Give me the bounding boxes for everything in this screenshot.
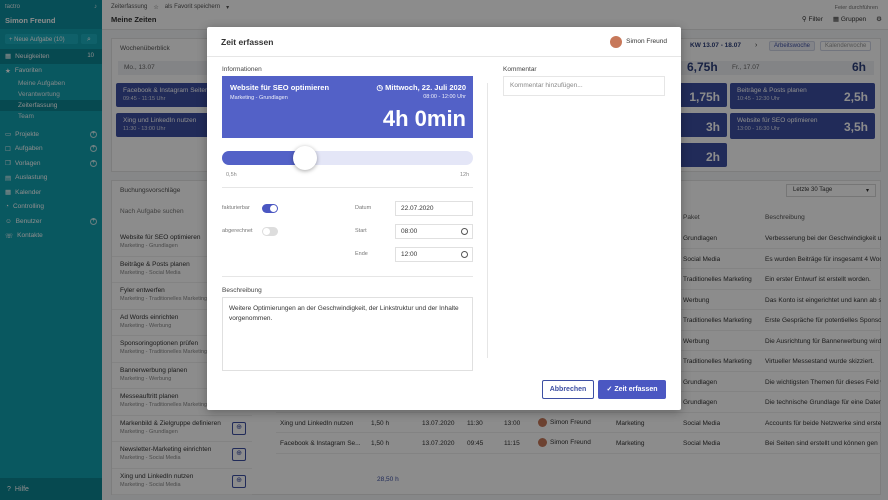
billable-toggle[interactable] <box>262 204 278 213</box>
dialog-title: Zeit erfassen <box>221 36 274 47</box>
date-label: Datum <box>355 205 372 211</box>
start-label: Start <box>355 228 367 234</box>
start-time-field[interactable]: 08:00 <box>395 224 473 239</box>
divider <box>487 83 488 358</box>
end-time-field[interactable]: 12:00 <box>395 247 473 262</box>
task-duration: 4h 0min <box>382 106 466 131</box>
toggle-knob <box>270 205 277 212</box>
selected-task-card: Website für SEO optimieren Marketing - G… <box>222 76 473 138</box>
slider-min: 0,5h <box>226 172 237 178</box>
task-time: 08:00 - 12:00 Uhr <box>423 94 466 100</box>
comment-section-label: Kommentar <box>503 66 537 73</box>
divider <box>222 187 473 188</box>
dialog-user[interactable]: Simon Freund <box>610 35 667 48</box>
description-textarea[interactable]: Weitere Optimierungen an der Geschwindig… <box>222 297 473 371</box>
date-field[interactable]: 22.07.2020 <box>395 201 473 216</box>
slider-max: 12h <box>460 172 470 178</box>
submit-label: Zeit erfassen <box>614 386 658 393</box>
clock-icon: ◷ <box>376 83 386 92</box>
comment-input[interactable]: Kommentar hinzufügen... <box>503 76 665 96</box>
end-time-value: 12:00 <box>401 251 418 258</box>
avatar <box>610 35 623 48</box>
time-entry-dialog: Zeit erfassen Simon Freund Informationen… <box>207 27 681 410</box>
task-date: Mittwoch, 22. Juli 2020 <box>385 83 466 92</box>
duration-slider[interactable] <box>222 146 473 170</box>
end-label: Ende <box>355 251 368 257</box>
billable-label: fakturierbar <box>222 205 250 211</box>
description-label: Beschreibung <box>222 287 262 294</box>
clock-icon <box>461 251 468 258</box>
clock-icon <box>461 228 468 235</box>
cancel-button[interactable]: Abbrechen <box>542 380 594 399</box>
dialog-user-name: Simon Freund <box>626 38 667 45</box>
info-section-label: Informationen <box>222 66 262 73</box>
settled-toggle[interactable] <box>262 227 278 236</box>
start-time-value: 08:00 <box>401 228 418 235</box>
submit-time-button[interactable]: ✓ Zeit erfassen <box>598 380 666 399</box>
toggle-knob <box>263 228 270 235</box>
divider <box>222 276 473 277</box>
settled-label: abgerechnet <box>222 228 253 234</box>
slider-handle[interactable] <box>292 146 317 170</box>
